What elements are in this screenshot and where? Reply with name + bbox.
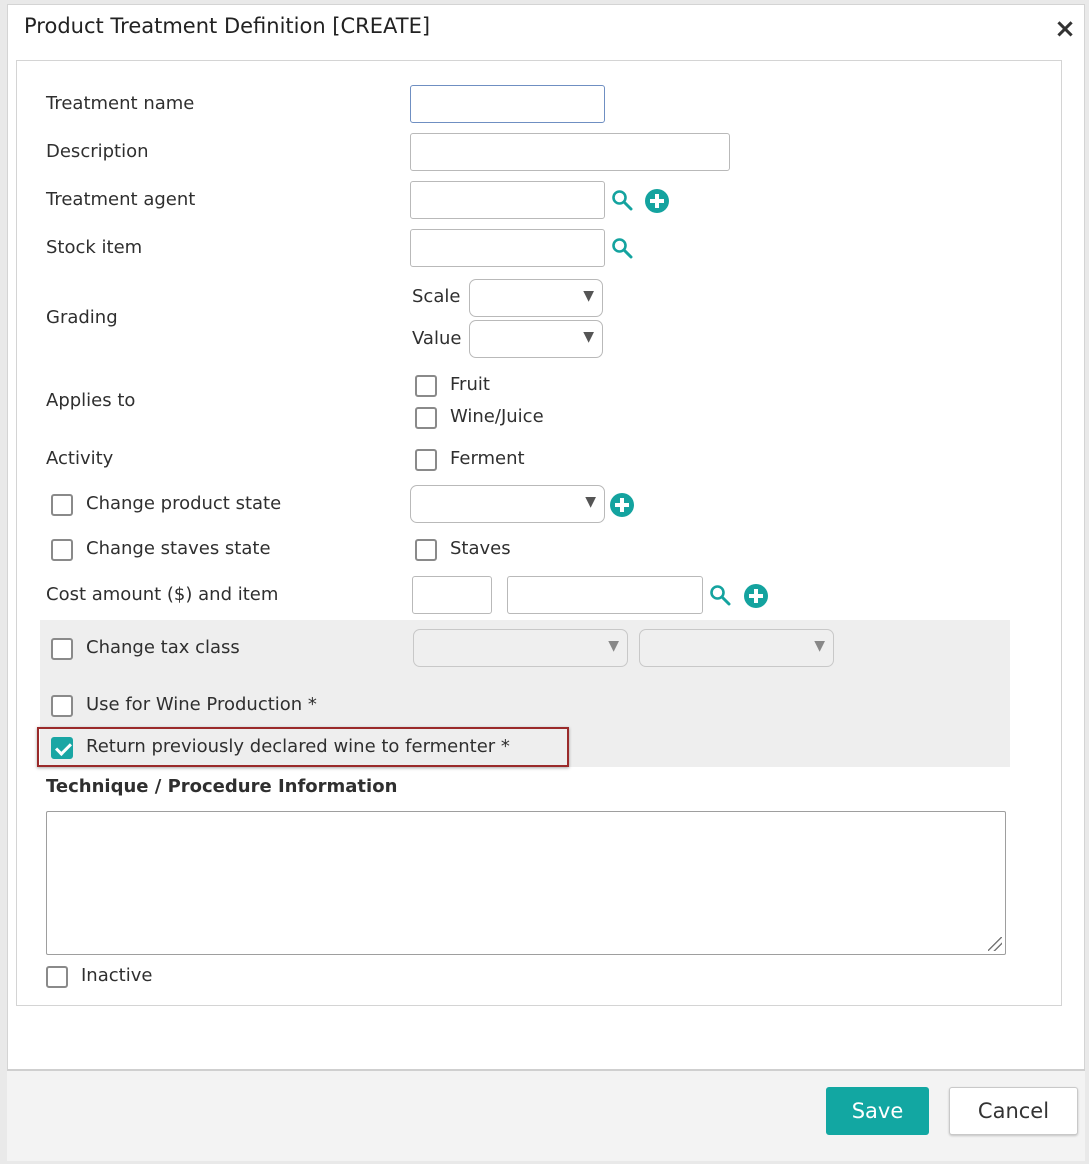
staves-label: Staves xyxy=(450,538,511,559)
cost-item-search-icon[interactable] xyxy=(709,584,731,606)
tax-class-select-2[interactable]: ▼ xyxy=(639,629,834,667)
cancel-button[interactable]: Cancel xyxy=(949,1087,1078,1135)
technique-textarea[interactable] xyxy=(46,811,1006,955)
treatment-name-label: Treatment name xyxy=(46,93,195,114)
ferment-label: Ferment xyxy=(450,448,525,469)
stock-item-search-icon[interactable] xyxy=(611,237,633,259)
wine-juice-label: Wine/Juice xyxy=(450,406,544,427)
return-to-fermenter-label: Return previously declared wine to ferme… xyxy=(86,736,510,757)
grading-scale-label: Scale xyxy=(412,286,461,307)
change-staves-state-label: Change staves state xyxy=(86,538,271,559)
cost-item-add-icon[interactable] xyxy=(744,584,768,608)
chevron-down-icon: ▼ xyxy=(814,638,825,654)
close-icon[interactable]: × xyxy=(1053,16,1077,42)
change-staves-state-checkbox[interactable] xyxy=(51,539,73,561)
cost-item-input[interactable] xyxy=(507,576,703,614)
chevron-down-icon: ▼ xyxy=(583,329,594,345)
fruit-checkbox[interactable] xyxy=(415,375,437,397)
inactive-checkbox[interactable] xyxy=(46,966,68,988)
use-for-wine-production-checkbox[interactable] xyxy=(51,695,73,717)
change-product-state-label: Change product state xyxy=(86,493,282,514)
change-tax-class-checkbox[interactable] xyxy=(51,638,73,660)
chevron-down-icon: ▼ xyxy=(583,288,594,304)
grading-label: Grading xyxy=(46,307,118,328)
fruit-label: Fruit xyxy=(450,374,490,395)
cost-amount-input[interactable] xyxy=(412,576,492,614)
stock-item-input[interactable] xyxy=(410,229,605,267)
product-state-select[interactable]: ▼ xyxy=(410,485,605,523)
product-state-add-icon[interactable] xyxy=(610,493,634,517)
tax-class-select-1[interactable]: ▼ xyxy=(413,629,628,667)
inactive-label: Inactive xyxy=(81,965,153,986)
treatment-agent-search-icon[interactable] xyxy=(611,189,633,211)
return-to-fermenter-checkbox[interactable] xyxy=(51,737,73,759)
staves-checkbox[interactable] xyxy=(415,539,437,561)
treatment-agent-input[interactable] xyxy=(410,181,605,219)
wine-juice-checkbox[interactable] xyxy=(415,407,437,429)
save-button[interactable]: Save xyxy=(826,1087,929,1135)
stock-item-label: Stock item xyxy=(46,237,143,258)
grading-scale-select[interactable]: ▼ xyxy=(469,279,603,317)
ferment-checkbox[interactable] xyxy=(415,449,437,471)
cost-amount-label: Cost amount ($) and item xyxy=(46,584,279,605)
resize-grip-icon[interactable] xyxy=(988,937,1002,951)
treatment-agent-add-icon[interactable] xyxy=(645,189,669,213)
chevron-down-icon: ▼ xyxy=(585,494,596,510)
change-tax-class-label: Change tax class xyxy=(86,637,240,658)
grading-value-select[interactable]: ▼ xyxy=(469,320,603,358)
technique-label: Technique / Procedure Information xyxy=(46,776,398,797)
activity-label: Activity xyxy=(46,448,114,469)
treatment-name-input[interactable] xyxy=(410,85,605,123)
dialog-title: Product Treatment Definition [CREATE] xyxy=(24,14,431,38)
use-for-wine-production-label: Use for Wine Production * xyxy=(86,694,317,715)
grading-value-label: Value xyxy=(412,328,462,349)
description-label: Description xyxy=(46,141,149,162)
description-input[interactable] xyxy=(410,133,730,171)
change-product-state-checkbox[interactable] xyxy=(51,494,73,516)
chevron-down-icon: ▼ xyxy=(608,638,619,654)
applies-to-label: Applies to xyxy=(46,390,136,411)
treatment-agent-label: Treatment agent xyxy=(46,189,196,210)
